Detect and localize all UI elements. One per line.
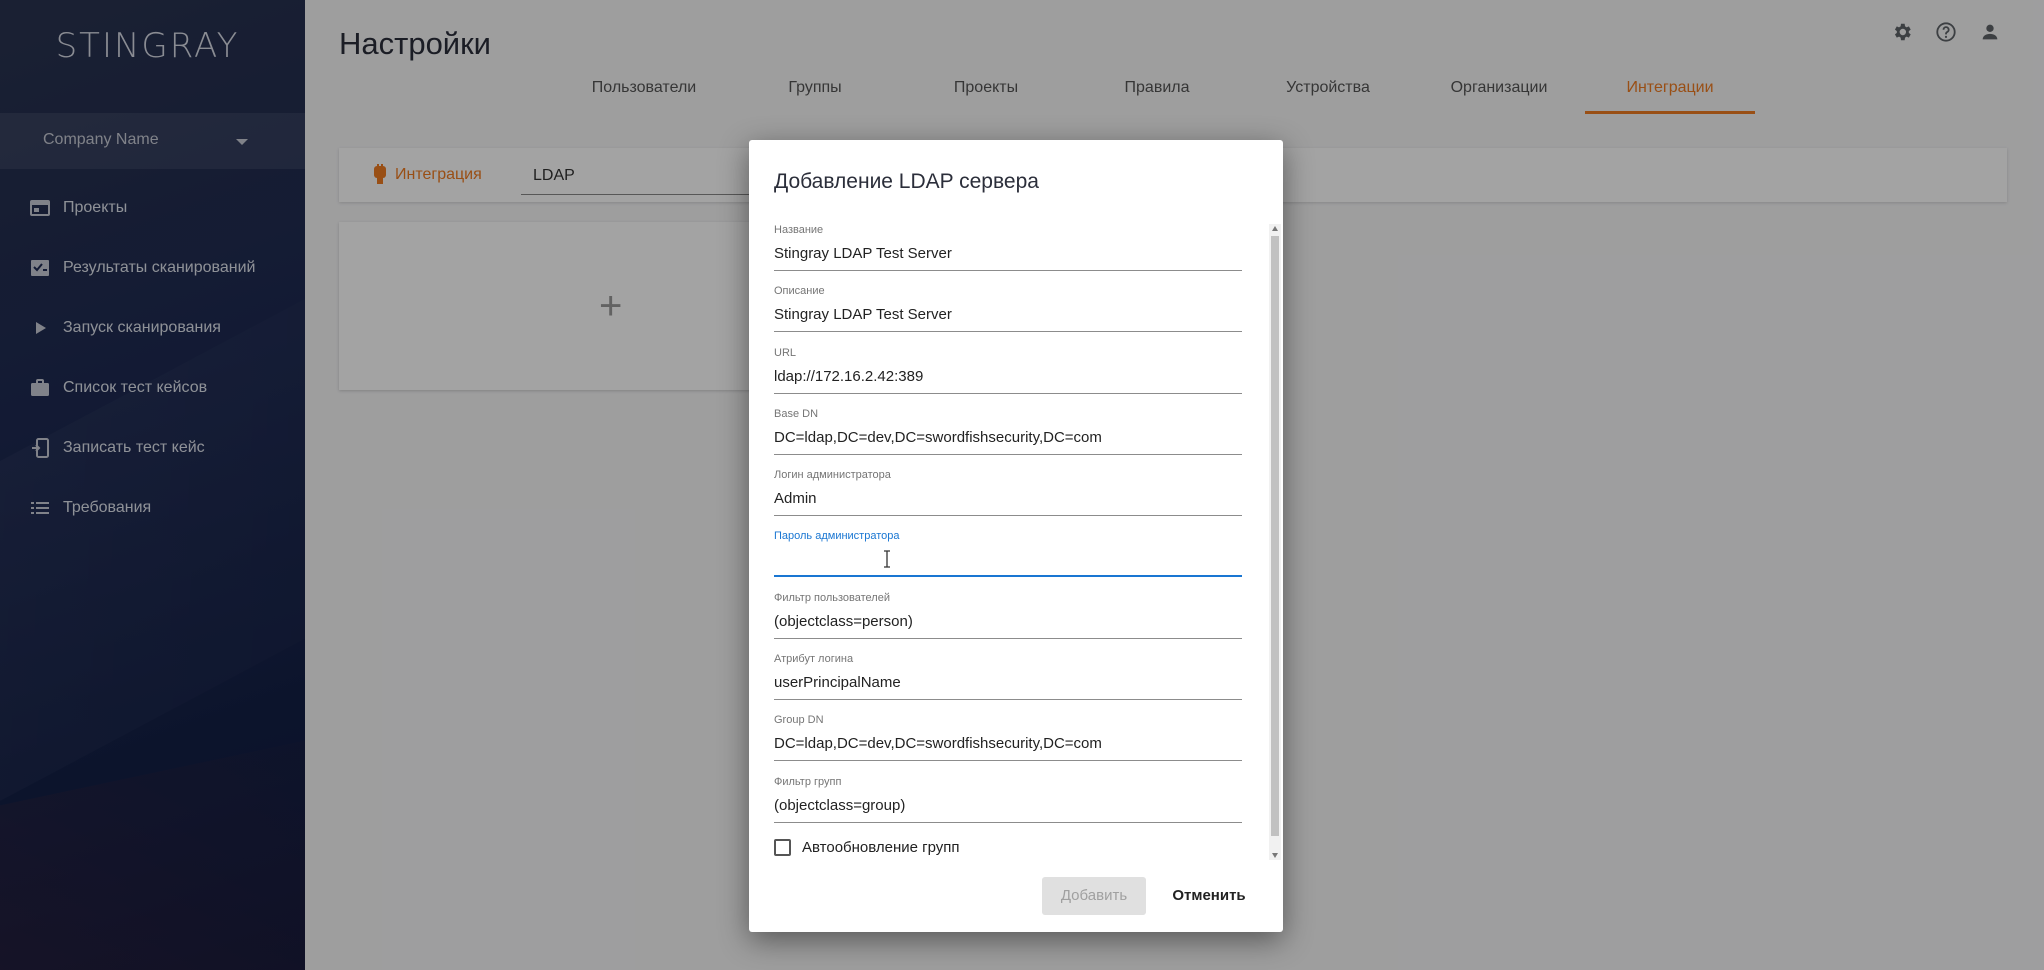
dialog-title: Добавление LDAP сервера (774, 170, 1039, 193)
field-underline (774, 822, 1242, 823)
field-label: Описание (774, 285, 825, 297)
field-label: Атрибут логина (774, 653, 854, 665)
auto-update-groups-checkbox[interactable] (774, 838, 791, 856)
scrollbar-thumb[interactable] (1271, 236, 1279, 836)
login-attribute-field: Атрибут логина (774, 653, 1242, 703)
scroll-down-icon[interactable] (1272, 853, 1278, 858)
base-dn-field: Base DN (774, 408, 1242, 458)
group-filter-input[interactable] (774, 792, 1242, 818)
admin-password-input[interactable] (774, 546, 1242, 572)
dialog-scrollbar[interactable] (1269, 224, 1281, 860)
name-field: Название (774, 224, 1242, 274)
admin-password-field: Пароль администратора (774, 530, 1242, 580)
field-label: Фильтр пользователей (774, 592, 890, 604)
add-ldap-dialog: Добавление LDAP сервера Название Описани… (749, 140, 1283, 932)
field-label: Base DN (774, 408, 819, 420)
group-dn-input[interactable] (774, 730, 1242, 756)
group-dn-field: Group DN (774, 714, 1242, 764)
field-underline (774, 699, 1242, 700)
user-filter-field: Фильтр пользователей (774, 592, 1242, 642)
cancel-button[interactable]: Отменить (1159, 877, 1259, 915)
field-underline (774, 393, 1242, 394)
user-filter-input[interactable] (774, 608, 1242, 634)
group-filter-field: Фильтр групп (774, 776, 1242, 826)
checkbox-label: Автообновление групп (802, 838, 960, 856)
description-field: Описание (774, 285, 1242, 335)
field-underline (774, 760, 1242, 761)
field-label: URL (774, 347, 797, 359)
admin-login-input[interactable] (774, 485, 1242, 511)
field-underline (774, 454, 1242, 455)
text-cursor-icon (883, 550, 891, 568)
field-underline (774, 270, 1242, 271)
field-underline (774, 575, 1242, 577)
auto-update-groups-row: Автообновление групп (774, 836, 960, 858)
field-underline (774, 638, 1242, 639)
field-label: Логин администратора (774, 469, 891, 481)
scroll-up-icon[interactable] (1272, 226, 1278, 231)
field-label: Group DN (774, 714, 824, 726)
field-label: Название (774, 224, 824, 236)
field-label: Фильтр групп (774, 776, 842, 788)
url-input[interactable] (774, 363, 1242, 389)
name-input[interactable] (774, 240, 1242, 266)
url-field: URL (774, 347, 1242, 397)
login-attribute-input[interactable] (774, 669, 1242, 695)
admin-login-field: Логин администратора (774, 469, 1242, 519)
description-input[interactable] (774, 301, 1242, 327)
field-underline (774, 515, 1242, 516)
field-underline (774, 331, 1242, 332)
add-button[interactable]: Добавить (1042, 877, 1146, 915)
base-dn-input[interactable] (774, 424, 1242, 450)
field-label: Пароль администратора (774, 530, 900, 542)
